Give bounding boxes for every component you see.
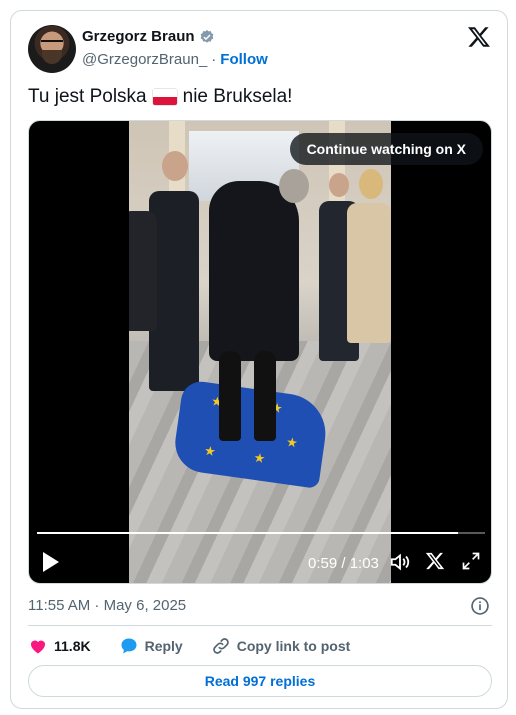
person-figure bbox=[129, 211, 157, 331]
author-handle-row: @GrzegorzBraun_ · Follow bbox=[82, 51, 268, 68]
video-progress-bar[interactable] bbox=[37, 532, 485, 534]
divider bbox=[28, 625, 492, 626]
read-replies-button[interactable]: Read 997 replies bbox=[28, 665, 492, 697]
fullscreen-icon[interactable] bbox=[461, 551, 481, 571]
person-head bbox=[279, 169, 309, 203]
author-name[interactable]: Grzegorz Braun bbox=[82, 28, 195, 45]
tweet-timestamp[interactable]: 11:55 AM · May 6, 2025 bbox=[28, 597, 186, 614]
avatar-glasses bbox=[41, 40, 63, 47]
action-bar: 11.8K Reply Copy link to post bbox=[28, 636, 378, 656]
person-head bbox=[162, 151, 188, 181]
person-figure bbox=[347, 203, 391, 343]
play-icon[interactable] bbox=[41, 551, 61, 573]
x-logo-icon[interactable] bbox=[425, 551, 445, 571]
verified-badge-icon bbox=[200, 29, 213, 43]
tweet-text-start: Tu jest Polska bbox=[28, 86, 147, 107]
video-progress-fill bbox=[37, 532, 459, 534]
avatar-beard bbox=[42, 50, 62, 64]
video-player[interactable]: ★ ★ ★ ★ ★ Continue watching on X 0:59 / … bbox=[28, 120, 492, 584]
video-time: 0:59 / 1:03 bbox=[308, 555, 379, 572]
continue-watching-button[interactable]: Continue watching on X bbox=[289, 133, 483, 165]
follow-button[interactable]: Follow bbox=[220, 51, 268, 68]
tweet-text-end: nie Bruksela! bbox=[182, 86, 293, 107]
person-leg bbox=[254, 351, 276, 441]
volume-icon[interactable] bbox=[389, 551, 411, 573]
person-head bbox=[359, 169, 383, 199]
tweet-card: Grzegorz Braun @GrzegorzBraun_ · Follow … bbox=[10, 10, 508, 709]
link-icon bbox=[212, 638, 229, 654]
person-leg bbox=[219, 351, 241, 441]
copy-link-label: Copy link to post bbox=[236, 638, 351, 654]
x-logo-icon[interactable] bbox=[467, 25, 491, 49]
separator-dot: · bbox=[211, 51, 217, 68]
person-figure bbox=[209, 181, 299, 361]
poland-flag-icon bbox=[152, 89, 177, 105]
person-head bbox=[329, 173, 349, 197]
info-icon[interactable] bbox=[470, 596, 490, 616]
reply-label: Reply bbox=[144, 638, 183, 654]
like-button[interactable]: 11.8K bbox=[28, 636, 91, 656]
author-name-row: Grzegorz Braun bbox=[82, 28, 215, 45]
avatar[interactable] bbox=[28, 25, 76, 73]
reply-button[interactable]: Reply bbox=[119, 636, 183, 656]
copy-link-button[interactable]: Copy link to post bbox=[211, 636, 351, 656]
author-handle[interactable]: @GrzegorzBraun_ bbox=[82, 51, 207, 68]
tweet-text: Tu jest Polska nie Bruksela! bbox=[28, 86, 292, 108]
video-frame: ★ ★ ★ ★ ★ bbox=[129, 121, 391, 583]
like-count: 11.8K bbox=[54, 638, 91, 654]
reply-bubble-icon bbox=[121, 638, 137, 654]
heart-icon bbox=[30, 640, 46, 654]
